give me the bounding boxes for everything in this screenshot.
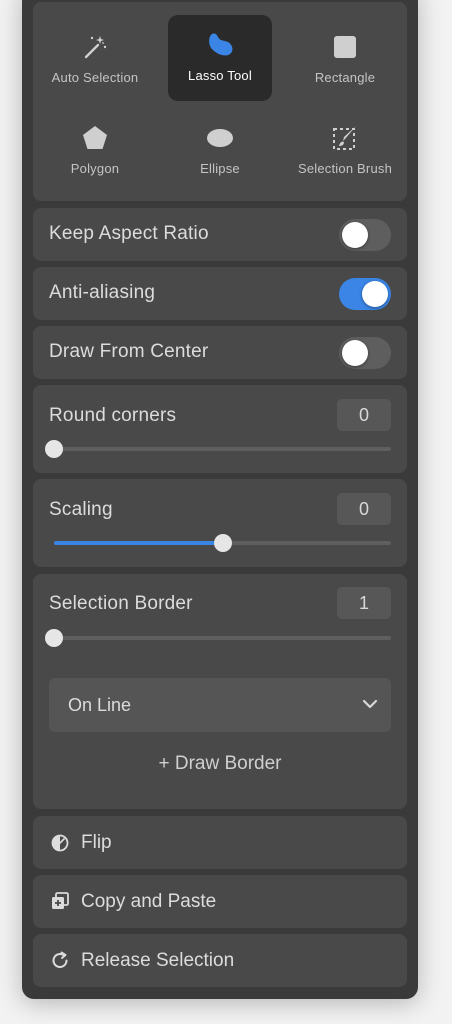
scaling-slider[interactable] (54, 534, 391, 552)
anti-aliasing-row: Anti-aliasing (33, 267, 407, 320)
selection-border-slider[interactable] (45, 629, 391, 647)
tool-rectangle[interactable]: Rectangle (293, 17, 397, 103)
round-corners-slider[interactable] (45, 440, 391, 458)
tool-grid: Auto Selection Lasso Tool Rectangle Poly… (33, 2, 407, 201)
anti-aliasing-label: Anti-aliasing (49, 282, 156, 303)
slider-thumb[interactable] (213, 534, 232, 552)
flip-row[interactable]: Flip (33, 816, 407, 869)
tool-polygon[interactable]: Polygon (43, 108, 147, 194)
tool-label: Ellipse (200, 161, 240, 176)
draw-border-button[interactable]: + Draw Border (33, 753, 407, 775)
anti-aliasing-toggle[interactable] (339, 278, 391, 310)
border-mode-value: On Line (68, 695, 132, 715)
selection-panel: Auto Selection Lasso Tool Rectangle Poly… (22, 0, 418, 999)
selection-brush-icon (293, 124, 397, 152)
pentagon-icon (43, 124, 147, 152)
draw-from-center-row: Draw From Center (33, 326, 407, 379)
tool-auto-selection[interactable]: Auto Selection (43, 17, 147, 103)
copy-plus-icon (51, 892, 69, 915)
lasso-blob-icon (168, 31, 272, 59)
half-circle-icon (51, 834, 69, 857)
scaling-row: Scaling 0 (33, 479, 407, 567)
tool-selection-brush[interactable]: Selection Brush (293, 108, 397, 194)
tool-label: Auto Selection (51, 70, 139, 85)
square-icon (293, 33, 397, 61)
chevron-down-icon (361, 695, 379, 718)
draw-from-center-toggle[interactable] (339, 337, 391, 369)
keep-aspect-ratio-row: Keep Aspect Ratio (33, 208, 407, 261)
release-selection-label: Release Selection (81, 950, 235, 971)
scaling-label: Scaling (49, 499, 113, 520)
round-corners-value[interactable]: 0 (337, 399, 391, 431)
copy-paste-row[interactable]: Copy and Paste (33, 875, 407, 928)
ellipse-icon (168, 124, 272, 152)
selection-border-label: Selection Border (49, 593, 193, 614)
slider-thumb[interactable] (45, 440, 63, 458)
draw-from-center-label: Draw From Center (49, 341, 209, 362)
selection-border-section: Selection Border 1 On Line + Draw Border (33, 574, 407, 809)
tool-label: Selection Brush (297, 161, 393, 176)
toggle-knob (342, 340, 368, 366)
toggle-knob (362, 281, 388, 307)
slider-thumb[interactable] (45, 629, 63, 647)
round-corners-row: Round corners 0 (33, 385, 407, 473)
round-corners-label: Round corners (49, 405, 177, 426)
border-mode-select[interactable]: On Line (49, 678, 391, 732)
tool-label: Rectangle (314, 70, 376, 85)
release-selection-row[interactable]: Release Selection (33, 934, 407, 987)
tool-lasso[interactable]: Lasso Tool (168, 15, 272, 101)
copy-paste-label: Copy and Paste (81, 891, 217, 912)
flip-label: Flip (81, 832, 112, 853)
keep-aspect-ratio-label: Keep Aspect Ratio (49, 223, 209, 244)
selection-border-value[interactable]: 1 (337, 587, 391, 619)
slider-fill (54, 541, 223, 545)
keep-aspect-ratio-toggle[interactable] (339, 219, 391, 251)
refresh-icon (51, 951, 70, 975)
toggle-knob (342, 222, 368, 248)
tool-label: Lasso Tool (188, 68, 252, 83)
tool-label: Polygon (70, 161, 120, 176)
magic-wand-icon (43, 33, 147, 61)
scaling-value[interactable]: 0 (337, 493, 391, 525)
tool-ellipse[interactable]: Ellipse (168, 108, 272, 194)
